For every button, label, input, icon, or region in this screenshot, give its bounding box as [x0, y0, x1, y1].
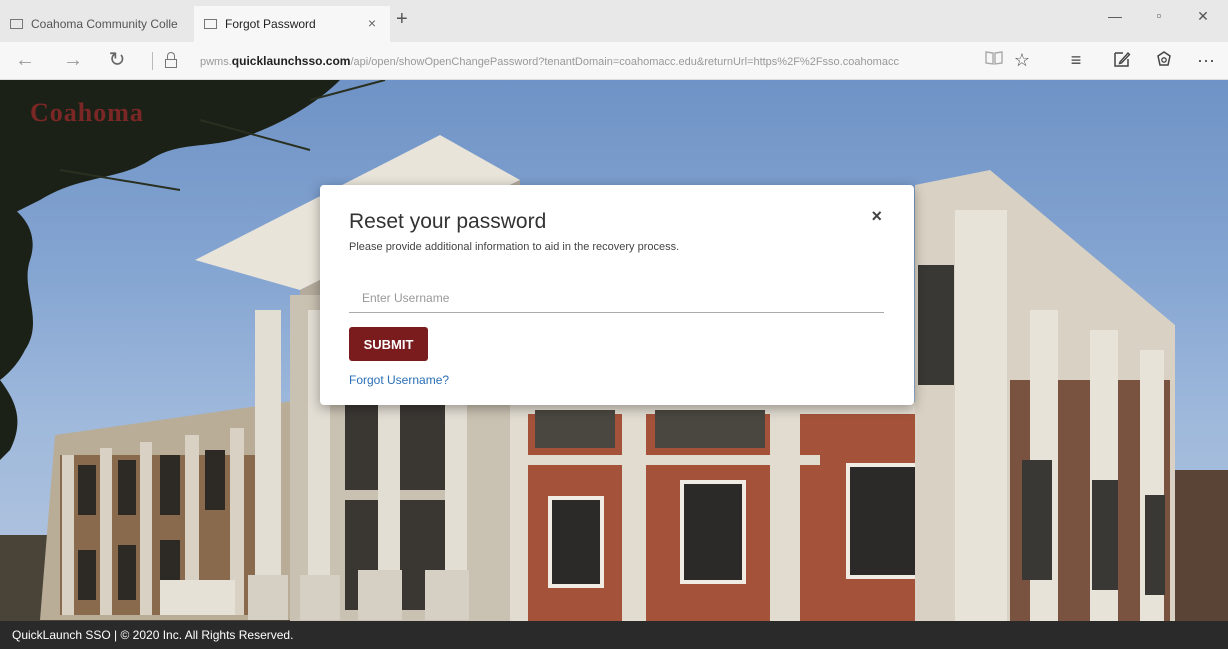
- dialog-subtitle: Please provide additional information to…: [349, 241, 680, 253]
- submit-button[interactable]: SUBMIT: [349, 327, 428, 361]
- tab-label: Coahoma Community Colle: [31, 17, 178, 31]
- address-bar[interactable]: pwms.quicklaunchsso.com/api/open/showOpe…: [200, 54, 980, 68]
- dialog-title: Reset your password: [349, 210, 547, 233]
- reading-view-icon[interactable]: [982, 50, 1006, 71]
- web-note-icon[interactable]: [1110, 50, 1134, 73]
- hub-icon[interactable]: ≡: [1064, 50, 1088, 71]
- username-input[interactable]: [349, 283, 884, 313]
- reset-password-dialog: Reset your password × Please provide add…: [320, 185, 914, 405]
- favorite-star-icon[interactable]: ☆: [1010, 50, 1034, 71]
- lock-icon: [165, 52, 177, 69]
- college-logo: Coahoma: [30, 98, 144, 127]
- url-path: /api/open/showOpenChangePassword?tenantD…: [350, 56, 899, 68]
- tab-forgot-password[interactable]: Forgot Password ×: [194, 6, 390, 42]
- browser-tab-bar: Coahoma Community Colle Forgot Password …: [0, 0, 1228, 42]
- minimize-icon[interactable]: —: [1100, 8, 1130, 24]
- more-icon[interactable]: ···: [1194, 50, 1218, 71]
- tab-close-icon[interactable]: ×: [368, 15, 376, 31]
- browser-nav-bar: ← → ↻ pwms.quicklaunchsso.com/api/open/s…: [0, 42, 1228, 80]
- page-viewport: Coahoma Reset your password × Please pro…: [0, 80, 1228, 649]
- close-window-icon[interactable]: ✕: [1188, 8, 1218, 25]
- forward-icon[interactable]: →: [60, 48, 86, 72]
- refresh-icon[interactable]: ↻: [104, 48, 130, 72]
- page-icon: [204, 19, 217, 29]
- forgot-username-link[interactable]: Forgot Username?: [349, 373, 449, 387]
- tab-label: Forgot Password: [225, 17, 316, 31]
- page-icon: [10, 19, 23, 29]
- back-icon[interactable]: ←: [12, 48, 38, 72]
- maximize-icon[interactable]: ▫: [1144, 8, 1174, 23]
- nav-divider: [152, 52, 153, 70]
- page-footer: QuickLaunch SSO | © 2020 Inc. All Rights…: [0, 621, 1228, 649]
- close-icon[interactable]: ×: [871, 206, 882, 227]
- url-prefix: pwms.: [200, 56, 232, 68]
- url-domain: quicklaunchsso.com: [231, 54, 351, 68]
- new-tab-icon[interactable]: +: [396, 8, 408, 31]
- share-icon[interactable]: [1152, 50, 1176, 73]
- tab-coahoma[interactable]: Coahoma Community Colle: [0, 6, 192, 42]
